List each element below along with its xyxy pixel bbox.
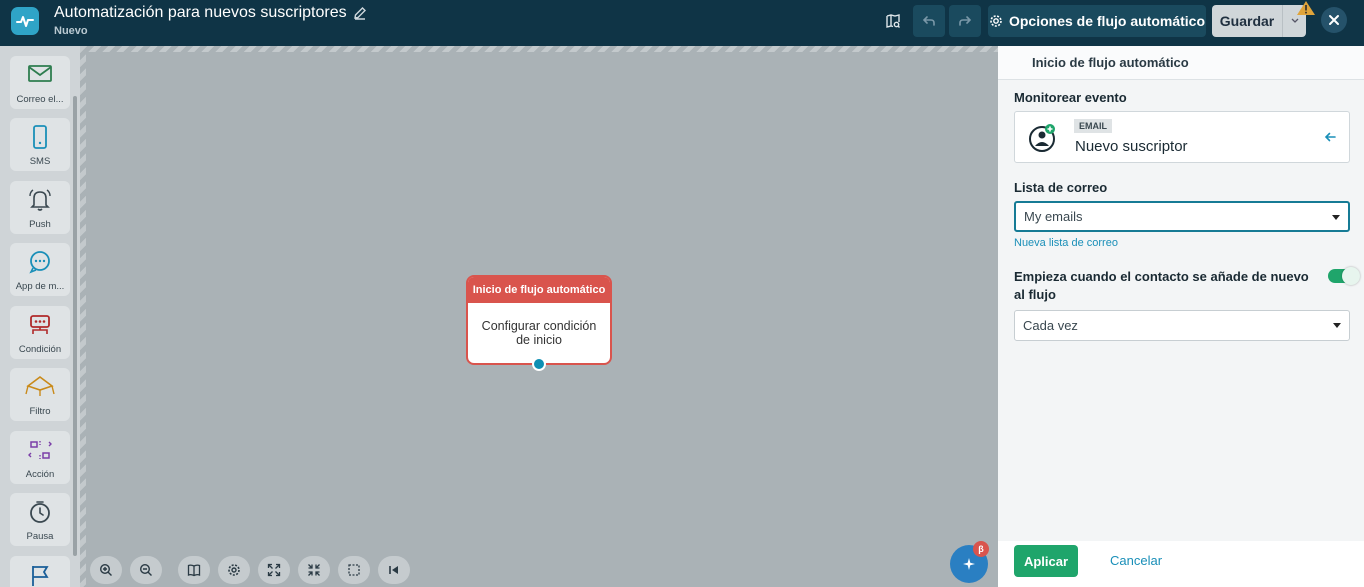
flow-options-label: Opciones de flujo automático [1008,13,1206,29]
timer-icon [30,501,50,523]
event-type-badge: EMAIL [1074,119,1112,133]
node-connector-handle[interactable] [532,357,546,371]
settings-panel: Inicio de flujo automático Monitorear ev… [998,46,1364,587]
gear-icon [990,15,1002,27]
cancel-button[interactable]: Cancelar [1110,553,1162,568]
palette-item-action[interactable]: Acción [10,431,70,484]
caret-down-icon [1332,215,1340,220]
beta-badge: β [973,541,989,557]
chat-icon [29,251,50,274]
palette-item-condition[interactable]: Condición [10,306,70,359]
start-node-title: Inicio de flujo automático [468,277,610,303]
selection-icon [348,564,360,576]
undo-icon [922,16,935,26]
top-bar: Automatización para nuevos suscriptores … [0,0,1364,46]
mail-list-select[interactable]: My emails [1014,201,1350,232]
canvas-settings-button[interactable] [218,556,250,584]
condition-icon [30,315,50,334]
flow-canvas[interactable]: Inicio de flujo automático Configurar co… [80,46,998,587]
zoom-in-icon [99,563,112,576]
flow-status: Nuevo [54,25,88,37]
palette-label: Condición [18,344,62,355]
frequency-value: Cada vez [1023,318,1078,333]
close-icon [1329,15,1339,25]
sparkle-icon [963,558,975,570]
guide-button[interactable] [178,556,210,584]
close-button[interactable] [1321,7,1347,33]
restart-setting: Empieza cuando el contacto se añade de n… [1014,267,1360,304]
undo-button[interactable] [913,5,945,37]
start-node[interactable]: Inicio de flujo automático Configurar co… [466,275,612,365]
new-list-link[interactable]: Nueva lista de correo [1014,237,1350,249]
palette-item-email[interactable]: Correo el... [10,56,70,109]
caret-down-icon [1333,323,1341,328]
warning-icon[interactable] [1296,0,1316,21]
bell-icon [29,189,51,211]
palette-label: Pausa [26,531,54,542]
apply-button[interactable]: Aplicar [1014,545,1078,577]
filter-icon [25,376,55,396]
zoom-out-button[interactable] [130,556,162,584]
palette-label: SMS [29,156,51,167]
gear-icon [228,564,240,576]
panel-footer: Aplicar Cancelar [998,541,1364,587]
phone-icon [33,125,47,149]
restart-toggle[interactable] [1328,267,1360,285]
zoom-in-button[interactable] [90,556,122,584]
app-logo-icon[interactable] [11,7,39,35]
skip-back-icon [389,566,398,574]
book-icon [187,564,201,577]
arrow-left-icon[interactable] [1323,130,1337,144]
zoom-out-icon [139,563,152,576]
palette-item-push[interactable]: Push [10,181,70,234]
title-block: Automatización para nuevos suscriptores … [54,4,367,37]
preview-map-button[interactable] [877,5,909,37]
select-area-button[interactable] [338,556,370,584]
palette-item-filter[interactable]: Filtro [10,368,70,421]
redo-button[interactable] [949,5,981,37]
palette-label: Push [29,219,51,230]
palette-label: App de m... [15,281,65,292]
collapse-button[interactable] [298,556,330,584]
monitor-event-label: Monitorear evento [1014,90,1127,105]
expand-icon [267,563,281,577]
flow-options-button[interactable]: Opciones de flujo automático [988,5,1206,37]
palette-scrollbar[interactable] [73,96,77,556]
flow-title[interactable]: Automatización para nuevos suscriptores [54,4,347,22]
palette-label: Correo el... [16,94,64,105]
palette-label: Filtro [29,406,51,417]
frequency-select[interactable]: Cada vez [1014,310,1350,341]
palette-item-goal[interactable] [10,556,70,587]
restart-label: Empieza cuando el contacto se añade de n… [1014,269,1309,302]
email-icon [28,65,52,82]
palette-item-pause[interactable]: Pausa [10,493,70,546]
palette-item-sms[interactable]: SMS [10,118,70,171]
action-icon [28,441,52,459]
redo-icon [959,16,972,26]
flag-icon [32,566,49,586]
palette-item-app-message[interactable]: App de m... [10,243,70,296]
collapse-icon [308,564,320,576]
start-node-body: Configurar condición de inicio [481,319,597,347]
mail-list-value: My emails [1024,209,1083,224]
fit-screen-button[interactable] [258,556,290,584]
event-name: Nuevo suscriptor [1075,138,1188,155]
new-subscriber-icon [1029,124,1055,152]
panel-title: Inicio de flujo automático [998,46,1364,80]
edit-pencil-icon[interactable] [353,6,367,20]
go-to-start-button[interactable] [378,556,410,584]
step-palette: Correo el... SMS Push App de m... Condic… [0,46,80,587]
event-card[interactable]: EMAIL Nuevo suscriptor [1014,111,1350,163]
save-label: Guardar [1219,13,1275,29]
save-button[interactable]: Guardar [1212,5,1282,37]
panel-body: Monitorear evento EMAIL Nuevo suscriptor… [998,80,1364,541]
map-search-icon [886,14,900,28]
palette-label: Acción [25,469,55,480]
mail-list-label: Lista de correo [1014,180,1108,195]
